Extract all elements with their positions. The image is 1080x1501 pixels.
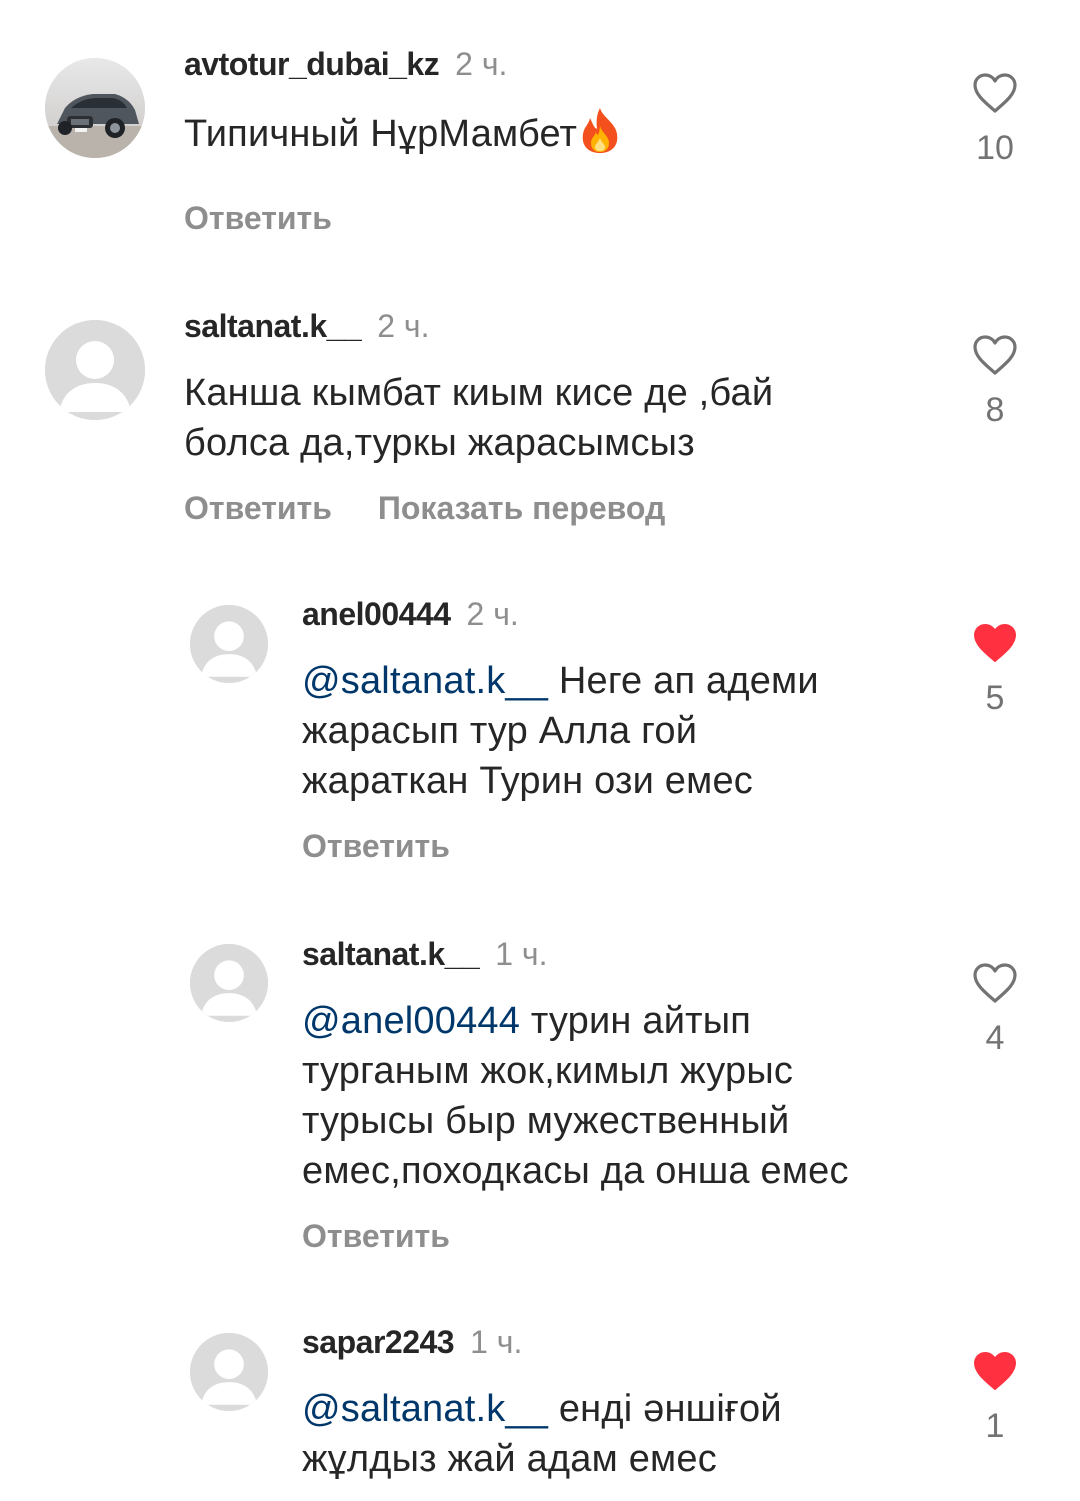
fire-emoji-icon [582,108,618,153]
avatar[interactable] [190,944,268,1022]
comment-line: болса да,туркы жарасымсыз [184,422,695,464]
like-control: 1 [970,1350,1020,1446]
timestamp: 2 ч. [466,596,519,632]
comment-line: @anel00444 турин айтып [302,996,849,1046]
comment-header: avtotur_dubai_kz 2 ч. [184,44,507,84]
mention-link[interactable]: @saltanat.k__ [302,660,548,702]
like-count: 8 [985,391,1005,429]
like-control: 5 [970,622,1020,718]
heart-filled-icon[interactable] [972,622,1018,664]
avatar[interactable] [45,58,145,158]
show-translation-button[interactable]: Показать перевод [378,488,665,528]
heart-outline-icon[interactable] [972,72,1018,114]
heart-outline-icon[interactable] [972,334,1018,376]
default-avatar-icon [45,320,145,420]
like-control: 10 [970,72,1020,168]
timestamp: 2 ч. [455,46,508,82]
comment-line: емес,походкасы да онша емес [302,1150,849,1192]
comment-actions: Ответить Показать перевод [184,488,665,528]
comment-header: sapar2243 1 ч. [302,1322,522,1362]
default-avatar-icon [190,605,268,683]
comment-body: Типичный НұрМамбет [184,113,578,155]
like-control: 8 [970,334,1020,430]
comment-line: турганым жок,кимыл журыс [302,1050,794,1092]
like-count: 4 [985,1019,1005,1057]
default-avatar-icon [190,1333,268,1411]
comment-text: @saltanat.k__ Неге ап адеми жарасып тур … [302,656,819,806]
comment-body: турин айтып [520,1000,752,1042]
reply-button[interactable]: Ответить [302,826,450,866]
reply-button[interactable]: Ответить [184,198,332,238]
like-count: 10 [976,129,1014,167]
comment-line: @saltanat.k__ Неге ап адеми [302,656,819,706]
comment-text: @anel00444 турин айтып турганым жок,кимы… [302,996,849,1196]
comment-line: жараткан Турин ози емес [302,760,753,802]
avatar[interactable] [190,1333,268,1411]
comment-line: Канша кымбат киым кисе де ,бай [184,372,774,414]
comment-line: турысы быр мужественный [302,1100,790,1142]
comment-line: жарасып тур Алла гой [302,710,698,752]
timestamp: 1 ч. [470,1324,523,1360]
reply-button[interactable]: Ответить [184,488,332,528]
username[interactable]: saltanat.k__ [184,308,362,344]
comment-text: Типичный НұрМамбет [184,106,623,159]
mention-link[interactable]: @anel00444 [302,1000,520,1042]
username[interactable]: sapar2243 [302,1324,455,1360]
username[interactable]: avtotur_dubai_kz [184,46,440,82]
default-avatar-icon [190,944,268,1022]
avatar[interactable] [45,320,145,420]
comment-body: енді әншіғой [548,1388,782,1430]
comment-actions: Ответить [302,1216,450,1256]
mention-link[interactable]: @saltanat.k__ [302,1388,548,1430]
comment-header: saltanat.k__ 1 ч. [302,934,547,974]
reply-button[interactable]: Ответить [302,1216,450,1256]
heart-filled-icon[interactable] [972,1350,1018,1392]
username[interactable]: saltanat.k__ [302,936,480,972]
comment-text: @saltanat.k__ енді әншіғой жұлдыз жай ад… [302,1384,782,1484]
comment-header: anel00444 2 ч. [302,594,519,634]
comment-body: Неге ап адеми [548,660,819,702]
comment-line: жұлдыз жай адам емес [302,1438,717,1480]
comment-actions: Ответить [302,826,450,866]
timestamp: 2 ч. [377,308,430,344]
username[interactable]: anel00444 [302,596,451,632]
comment-header: saltanat.k__ 2 ч. [184,306,429,346]
comment-line: @saltanat.k__ енді әншіғой [302,1384,782,1434]
like-count: 1 [985,1407,1005,1445]
heart-outline-icon[interactable] [972,962,1018,1004]
comment-text: Канша кымбат киым кисе де ,бай болса да,… [184,368,773,468]
like-control: 4 [970,962,1020,1058]
avatar[interactable] [190,605,268,683]
car-avatar-image [45,58,145,158]
like-count: 5 [985,679,1005,717]
timestamp: 1 ч. [495,936,548,972]
comment-actions: Ответить [184,198,332,238]
